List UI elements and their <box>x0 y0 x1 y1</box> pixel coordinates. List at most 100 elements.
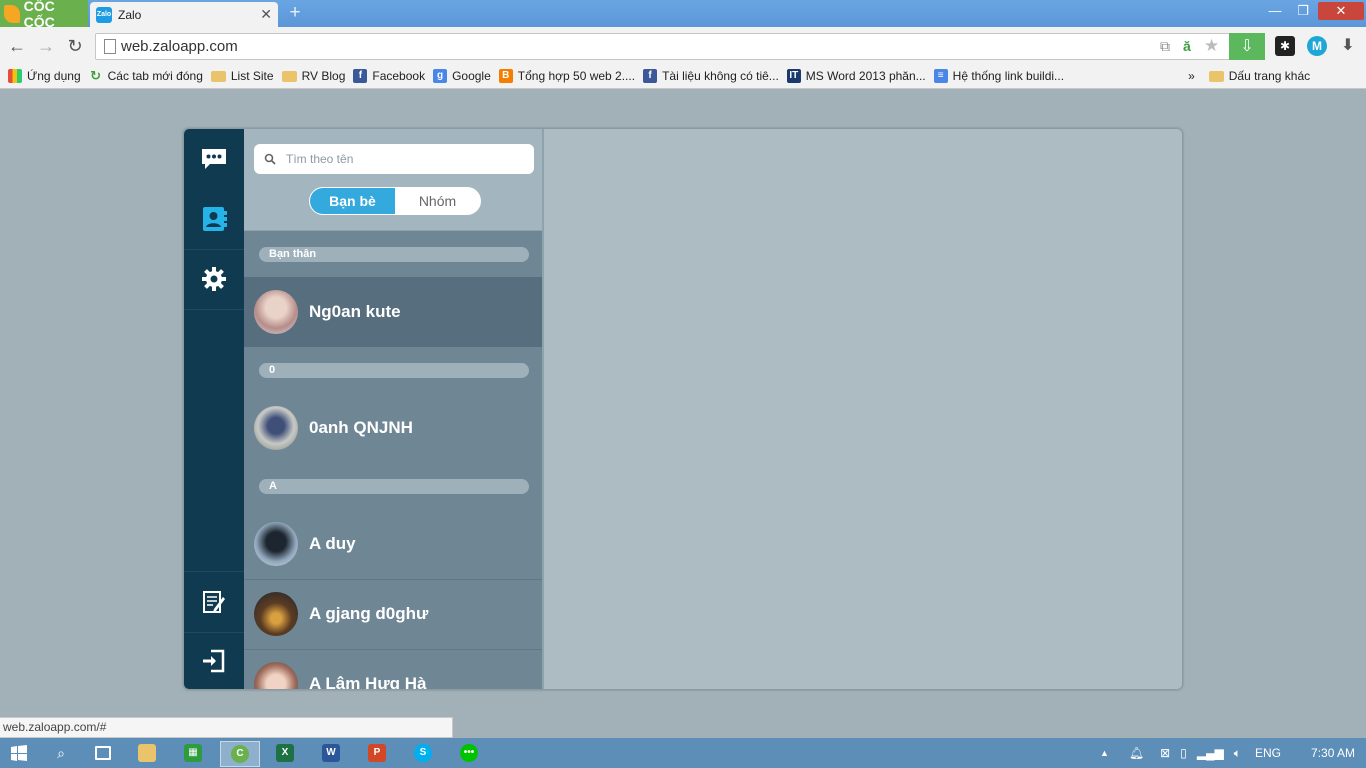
taskbar-coccoc[interactable]: C <box>220 741 260 767</box>
restore-button[interactable]: ❐ <box>1290 2 1316 20</box>
contact-name: Ng0an kute <box>309 302 401 321</box>
search-icon <box>264 153 276 165</box>
taskbar-file-explorer[interactable] <box>132 741 162 765</box>
volume-icon[interactable]: 🔈︎ <box>1234 746 1241 761</box>
contact-row[interactable]: A Lâm Hưg Hà <box>244 649 542 690</box>
bookmark-label: Các tab mới đóng <box>107 69 203 83</box>
folder-icon <box>1208 70 1224 82</box>
bookmark-apps[interactable]: Ứng dụng <box>8 69 81 83</box>
minimize-button[interactable]: — <box>1262 2 1288 20</box>
action-center-icon[interactable]: 🔔︎ <box>1129 746 1144 760</box>
windows-logo-icon <box>11 745 27 761</box>
bookmark-tai-lieu[interactable]: f Tài liệu không có tiê... <box>643 69 779 83</box>
bookmark-other[interactable]: Dấu trang khác <box>1208 69 1310 83</box>
search-placeholder: Tìm theo tên <box>286 152 354 166</box>
taskbar-excel[interactable]: X <box>270 741 300 765</box>
signal-icon[interactable]: ▂▄▆ <box>1197 746 1224 760</box>
contact-row[interactable]: Ng0an kute <box>244 277 542 347</box>
tab-groups[interactable]: Nhóm <box>395 188 480 214</box>
bookmarks-overflow-button[interactable]: » <box>1188 69 1195 83</box>
bookmark-label: Google <box>452 69 491 83</box>
powerpoint-icon: P <box>368 744 386 762</box>
system-tray: ▲ 🔔︎ ⊠ ▯ ▂▄▆ 🔈︎ ENG 7:30 AM <box>1100 738 1355 768</box>
coccoc-logo-icon <box>4 4 20 23</box>
start-button[interactable] <box>4 741 34 765</box>
translate-icon[interactable]: ⧉ <box>1160 38 1170 55</box>
section-header-0: 0 <box>259 363 529 378</box>
address-bar[interactable]: web.zaloapp.com ⧉ ă ★ <box>95 33 1263 60</box>
word-icon: W <box>322 744 340 762</box>
contact-row[interactable]: A gjang d0ghư <box>244 579 542 649</box>
close-window-button[interactable]: ✕ <box>1318 2 1364 20</box>
avatar <box>254 522 298 566</box>
windows-taskbar: ⌕ ▦ C X W P S ••• ▲ 🔔︎ ⊠ ▯ ▂▄▆ 🔈︎ ENG 7:… <box>0 738 1366 768</box>
tab-friends[interactable]: Bạn bè <box>310 188 395 214</box>
bookmark-label: Facebook <box>372 69 426 83</box>
taskbar-line[interactable]: ••• <box>454 741 484 765</box>
contacts-panel: Tìm theo tên Bạn bè Nhóm Bạn thân Ng0an … <box>244 129 542 690</box>
coccoc-menu-button[interactable]: CỐC CỐC <box>0 0 88 30</box>
task-view-button[interactable] <box>88 741 118 765</box>
vietnamese-input-icon[interactable]: ă <box>1183 38 1191 54</box>
bookmark-label: Hệ thống link buildi... <box>952 69 1065 83</box>
avatar <box>254 406 298 450</box>
bookmark-google[interactable]: g Google <box>433 69 491 83</box>
brand-label: CỐC CỐC <box>23 0 55 30</box>
nav-notes[interactable] <box>184 571 244 633</box>
contact-name: A gjang d0ghư <box>309 604 429 623</box>
bookmark-he-thong[interactable]: ≡ Hệ thống link buildi... <box>933 69 1065 83</box>
contact-row[interactable]: A duy <box>244 509 542 579</box>
tab-title: Zalo <box>118 7 142 22</box>
search-box[interactable]: Tìm theo tên <box>254 144 534 174</box>
apps-grid-icon <box>8 69 22 83</box>
savior-download-button[interactable]: ⇩ <box>1229 33 1265 60</box>
bookmark-recent-tabs[interactable]: ↻ Các tab mới đóng <box>89 69 203 84</box>
clock[interactable]: 7:30 AM <box>1311 746 1355 760</box>
tab-zalo[interactable]: Zalo Zalo ✕ <box>90 2 278 27</box>
network-error-icon[interactable]: ⊠ <box>1160 746 1170 760</box>
extension-m-icon[interactable]: M <box>1307 36 1327 56</box>
bookmark-label: List Site <box>230 69 274 83</box>
bookmark-tong-hop[interactable]: B Tổng hợp 50 web 2.... <box>498 69 636 83</box>
bookmark-label: Tổng hợp 50 web 2.... <box>517 69 636 83</box>
show-hidden-icons-icon[interactable]: ▲ <box>1100 748 1109 758</box>
folder-icon <box>281 70 297 82</box>
bookmark-label: MS Word 2013 phăn... <box>805 69 926 83</box>
nav-logout[interactable] <box>184 631 244 689</box>
edit-note-icon <box>203 591 225 613</box>
facebook-icon: f <box>353 69 368 83</box>
contact-row[interactable]: 0anh QNJNH <box>244 393 542 463</box>
battery-icon[interactable]: ▯ <box>1180 746 1187 760</box>
extension-asterisk-icon[interactable]: ✱ <box>1275 36 1295 56</box>
bookmark-ms-word[interactable]: IT MS Word 2013 phăn... <box>786 69 926 83</box>
bookmark-facebook[interactable]: f Facebook <box>353 69 425 83</box>
bookmark-star-icon[interactable]: ★ <box>1204 36 1219 56</box>
bookmark-list-site[interactable]: List Site <box>210 69 274 83</box>
taskbar-powerpoint[interactable]: P <box>362 741 392 765</box>
taskbar-skype[interactable]: S <box>408 741 438 765</box>
friends-groups-toggle: Bạn bè Nhóm <box>309 187 481 215</box>
language-indicator[interactable]: ENG <box>1255 746 1281 760</box>
nav-messages[interactable] <box>184 129 244 190</box>
bookmark-rv-blog[interactable]: RV Blog <box>281 69 345 83</box>
chat-bubble-icon <box>202 149 226 169</box>
new-tab-button[interactable]: + <box>286 3 304 22</box>
nav-contacts[interactable] <box>184 189 244 250</box>
conversation-area <box>542 129 1182 689</box>
zalo-favicon-icon: Zalo <box>96 6 112 23</box>
contact-name: A Lâm Hưg Hà <box>309 674 427 690</box>
downloads-icon[interactable]: ⬇ <box>1338 36 1358 56</box>
forward-button[interactable]: → <box>36 36 56 56</box>
taskbar-store[interactable]: ▦ <box>178 741 208 765</box>
search-taskbar-icon[interactable]: ⌕ <box>46 741 76 765</box>
taskbar-word[interactable]: W <box>316 741 346 765</box>
coccoc-logo-icon: C <box>231 745 249 763</box>
folder-icon <box>210 70 226 82</box>
reload-button[interactable]: ↻ <box>65 36 85 56</box>
skype-icon: S <box>414 744 432 762</box>
bookmark-label: Tài liệu không có tiê... <box>662 69 779 83</box>
tab-close-icon[interactable]: ✕ <box>260 6 272 23</box>
facebook-icon: f <box>643 69 658 83</box>
nav-settings[interactable] <box>184 249 244 310</box>
back-button[interactable]: ← <box>7 36 27 56</box>
